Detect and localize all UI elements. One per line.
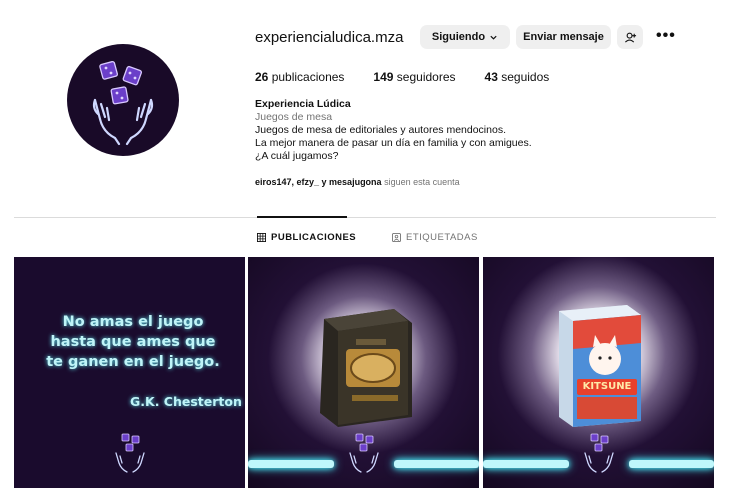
tab-tagged-label: ETIQUETADAS: [406, 232, 478, 243]
tab-tagged[interactable]: ETIQUETADAS: [392, 232, 478, 243]
neon-bar: [394, 460, 479, 468]
send-message-label: Enviar mensaje: [523, 31, 604, 43]
grid-icon: [257, 233, 266, 242]
neon-bar: [483, 460, 569, 468]
stat-posts: 26 publicaciones: [255, 70, 345, 84]
tab-posts-label: PUBLICACIONES: [271, 232, 357, 243]
post-game-box[interactable]: [248, 257, 479, 488]
dice-hands-logo-icon: [92, 60, 154, 146]
followed-by-users: eiros147, efzy_ y mesajugona: [255, 177, 382, 187]
tabs-divider: [14, 217, 716, 218]
kitsune-title: KITSUNE: [582, 381, 632, 392]
suggest-users-button[interactable]: [617, 25, 643, 49]
more-options-icon[interactable]: •••: [656, 28, 676, 44]
stat-followers[interactable]: 149 seguidores: [373, 70, 455, 84]
post-kitsune[interactable]: KITSUNE: [483, 257, 714, 488]
stat-following[interactable]: 43 seguidos: [485, 70, 550, 84]
tab-posts[interactable]: PUBLICACIONES: [257, 232, 356, 243]
dice-hands-logo-icon: [584, 433, 614, 473]
send-message-button[interactable]: Enviar mensaje: [516, 25, 611, 49]
game-box-image: [316, 309, 416, 427]
bio-line: La mejor manera de pasar un día en famil…: [255, 137, 532, 149]
tagged-icon: [392, 233, 401, 242]
post-quote[interactable]: No amas el juego hasta que ames que te g…: [14, 257, 245, 488]
profile-category: Juegos de mesa: [255, 111, 333, 123]
neon-bar: [248, 460, 334, 468]
chevron-down-icon: [490, 35, 497, 40]
following-button[interactable]: Siguiendo: [420, 25, 510, 49]
bio-line: ¿A cuál jugamos?: [255, 150, 339, 162]
profile-bio: Experiencia Lúdica Juegos de mesa Juegos…: [255, 98, 532, 163]
quote-text: No amas el juego hasta que ames que te g…: [46, 314, 220, 370]
profile-display-name: Experiencia Lúdica: [255, 98, 351, 110]
neon-bar: [629, 460, 714, 468]
profile-username: experiencialudica.mza: [255, 29, 404, 46]
add-user-icon: [624, 32, 636, 43]
active-tab-indicator: [257, 216, 347, 218]
following-label: Siguiendo: [431, 31, 486, 43]
dice-hands-logo-icon: [349, 433, 379, 473]
profile-stats: 26 publicaciones 149 seguidores 43 segui…: [255, 70, 578, 84]
profile-avatar[interactable]: [67, 44, 179, 156]
quote-author: G.K. Chesterton: [130, 394, 242, 409]
kitsune-box-image: KITSUNE: [555, 303, 645, 429]
followed-by[interactable]: eiros147, efzy_ y mesajugona siguen esta…: [255, 177, 460, 187]
bio-line: Juegos de mesa de editoriales y autores …: [255, 124, 506, 136]
followed-by-suffix: siguen esta cuenta: [381, 177, 460, 187]
dice-hands-logo-icon: [115, 433, 145, 473]
